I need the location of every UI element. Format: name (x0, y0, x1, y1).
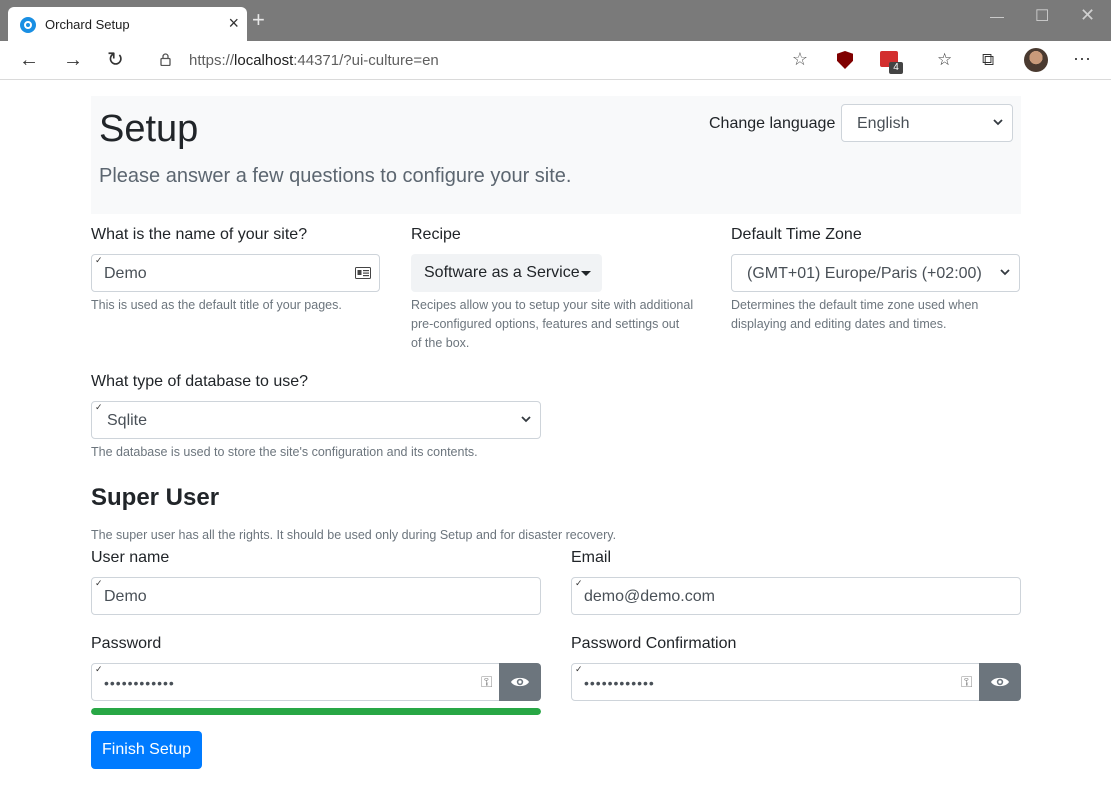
close-window-icon[interactable]: ✕ (1080, 5, 1095, 26)
password-manager-key-icon[interactable]: ⚿ (961, 674, 972, 691)
extension-badge: 4 (889, 62, 903, 74)
caret-down-icon (581, 271, 591, 276)
minimize-icon[interactable]: — (990, 8, 1004, 24)
super-user-title: Super User (91, 484, 220, 511)
browser-toolbar: ← → ↻ https://localhost:44371/?ui-cultur… (0, 41, 1111, 80)
url-text: https://localhost:44371/?ui-culture=en (189, 52, 439, 69)
page-content: Setup Please answer a few questions to c… (0, 81, 1111, 797)
browser-titlebar: Orchard Setup × + — ☐ ✕ (0, 0, 1111, 41)
chevron-down-icon (521, 416, 531, 423)
database-label: What type of database to use? (91, 373, 309, 390)
tab-close-icon[interactable]: × (228, 13, 239, 33)
timezone-label: Default Time Zone (731, 226, 862, 243)
check-mark-icon: ✓ (95, 402, 103, 412)
language-select[interactable]: English (841, 104, 1013, 142)
recipe-help: Recipes allow you to setup your site wit… (411, 298, 694, 350)
password-confirmation-input[interactable]: ✓ •••••••••••• ⚿ (571, 663, 980, 701)
show-password-confirmation-button[interactable] (979, 663, 1021, 701)
avatar[interactable] (1024, 48, 1048, 72)
eye-icon (991, 677, 1009, 687)
lock-icon (160, 53, 171, 66)
password-strength-fill (91, 708, 541, 715)
maximize-icon[interactable]: ☐ (1035, 6, 1049, 26)
recipe-dropdown-button[interactable]: Software as a Service (411, 254, 602, 292)
more-menu-icon[interactable]: ··· (1073, 48, 1091, 69)
favorites-list-icon[interactable]: ☆ (937, 50, 952, 70)
refresh-icon[interactable]: ↻ (107, 49, 124, 71)
page-lead: Please answer a few questions to configu… (99, 165, 572, 187)
browser-tab[interactable]: Orchard Setup × (8, 7, 247, 41)
setup-header: Setup Please answer a few questions to c… (91, 96, 1021, 214)
password-input[interactable]: ✓ •••••••••••• ⚿ (91, 663, 500, 701)
ublock-extension-icon[interactable] (837, 51, 853, 69)
favorite-star-icon[interactable]: ☆ (792, 49, 808, 70)
chevron-down-icon (1000, 269, 1010, 276)
check-mark-icon: ✓ (95, 255, 103, 265)
password-manager-key-icon[interactable]: ⚿ (481, 674, 492, 691)
orchard-favicon-icon (20, 17, 36, 33)
email-input[interactable]: ✓ demo@demo.com (571, 577, 1021, 615)
eye-icon (511, 677, 529, 687)
forward-icon[interactable]: → (63, 49, 83, 71)
username-label: User name (91, 549, 170, 566)
database-help: The database is used to store the site's… (91, 445, 478, 459)
check-mark-icon: ✓ (575, 578, 583, 588)
page-title: Setup (99, 108, 199, 150)
database-select[interactable]: ✓ Sqlite (91, 401, 541, 439)
address-bar[interactable]: https://localhost:44371/?ui-culture=en ☆ (146, 45, 818, 76)
chevron-down-icon (993, 119, 1003, 126)
back-icon[interactable]: ← (19, 49, 39, 71)
check-mark-icon: ✓ (95, 578, 103, 588)
site-name-label: What is the name of your site? (91, 226, 308, 243)
collections-icon[interactable]: ⧉ (982, 50, 994, 70)
check-mark-icon: ✓ (575, 664, 583, 674)
password-confirmation-label: Password Confirmation (571, 635, 737, 652)
site-name-input[interactable]: ✓ Demo (91, 254, 380, 292)
password-strength-bar (91, 708, 541, 715)
check-mark-icon: ✓ (95, 664, 103, 674)
site-name-help: This is used as the default title of you… (91, 298, 342, 312)
password-label: Password (91, 635, 162, 652)
email-label: Email (571, 549, 612, 566)
super-user-help: The super user has all the rights. It sh… (91, 528, 617, 542)
finish-setup-button[interactable]: Finish Setup (91, 731, 202, 769)
contact-card-icon[interactable] (355, 267, 371, 279)
username-input[interactable]: ✓ Demo (91, 577, 541, 615)
timezone-select[interactable]: (GMT+01) Europe/Paris (+02:00) (731, 254, 1020, 292)
recipe-label: Recipe (411, 226, 461, 243)
new-tab-icon[interactable]: + (252, 9, 265, 31)
timezone-help: Determines the default time zone used wh… (731, 298, 979, 331)
show-password-button[interactable] (499, 663, 541, 701)
tab-title: Orchard Setup (45, 17, 130, 32)
change-language-label: Change language (709, 115, 836, 132)
